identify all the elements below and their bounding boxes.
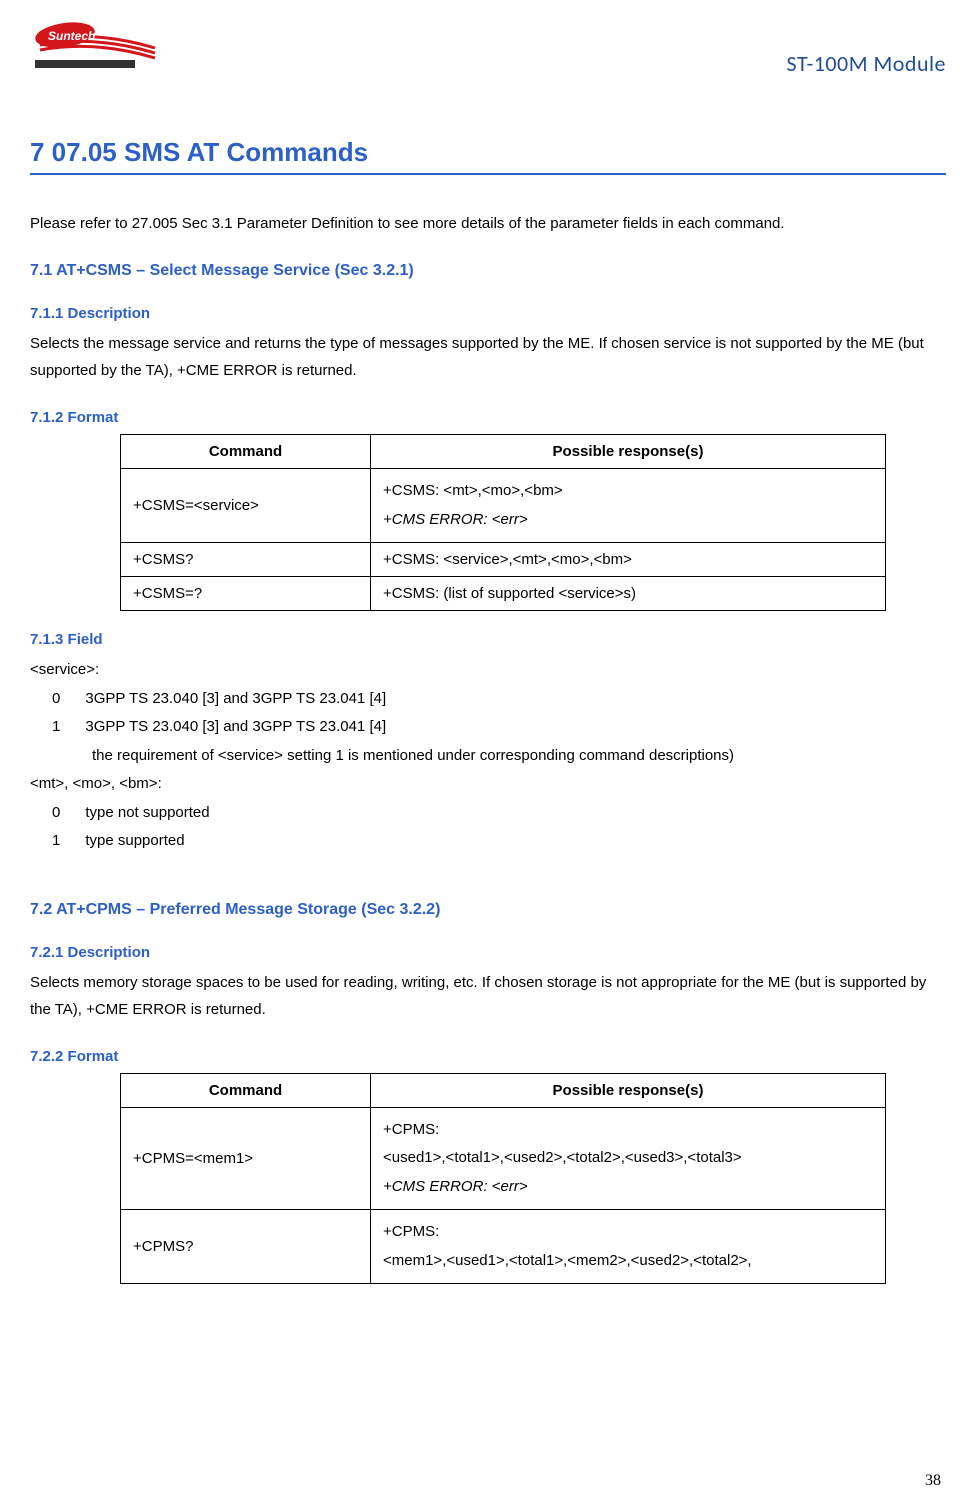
table-cell-cmd: +CSMS? — [121, 543, 371, 577]
section-7-2-1-title: 7.2.1 Description — [30, 944, 946, 961]
resp-line: +CSMS: <mt>,<mo>,<bm> — [383, 477, 873, 506]
section-7-1-3-title: 7.1.3 Field — [30, 631, 946, 648]
resp-line: +CPMS: — [383, 1218, 873, 1247]
page-header: Suntech ST-100M Module — [30, 20, 946, 77]
section-7-1-title: 7.1 AT+CSMS – Select Message Service (Se… — [30, 262, 946, 280]
table-header-command: Command — [121, 1073, 371, 1107]
table-header-row: Command Possible response(s) — [121, 435, 886, 469]
table-cell-resp: +CPMS: <mem1>,<used1>,<total1>,<mem2>,<u… — [371, 1210, 886, 1284]
resp-line: <mem1>,<used1>,<total1>,<mem2>,<used2>,<… — [383, 1247, 873, 1276]
field-line: 1 3GPP TS 23.040 [3] and 3GPP TS 23.041 … — [30, 713, 946, 742]
table-row: +CSMS=<service> +CSMS: <mt>,<mo>,<bm> +C… — [121, 469, 886, 543]
resp-line: +CMS ERROR: <err> — [383, 1173, 873, 1202]
field-service-label: <service>: — [30, 656, 946, 685]
table-cell-resp: +CSMS: <mt>,<mo>,<bm> +CMS ERROR: <err> — [371, 469, 886, 543]
field-line: 0 type not supported — [30, 799, 946, 828]
module-title: ST-100M Module — [787, 50, 946, 77]
table-header-row: Command Possible response(s) — [121, 1073, 886, 1107]
logo: Suntech — [30, 20, 160, 70]
intro-paragraph: Please refer to 27.005 Sec 3.1 Parameter… — [30, 210, 946, 237]
section-7-2-1-text: Selects memory storage spaces to be used… — [30, 969, 946, 1023]
table-cell-resp: +CPMS: <used1>,<total1>,<used2>,<total2>… — [371, 1107, 886, 1210]
main-section-title: 7 07.05 SMS AT Commands — [30, 137, 946, 168]
field-line: 0 3GPP TS 23.040 [3] and 3GPP TS 23.041 … — [30, 685, 946, 714]
table-row: +CSMS? +CSMS: <service>,<mt>,<mo>,<bm> — [121, 543, 886, 577]
svg-text:Suntech: Suntech — [48, 29, 95, 43]
page-number: 38 — [925, 1472, 941, 1490]
table-cell-cmd: +CSMS=<service> — [121, 469, 371, 543]
table-cell-resp: +CSMS: <service>,<mt>,<mo>,<bm> — [371, 543, 886, 577]
section-7-1-1-title: 7.1.1 Description — [30, 305, 946, 322]
resp-line: <used1>,<total1>,<used2>,<total2>,<used3… — [383, 1144, 873, 1173]
resp-line: +CPMS: — [383, 1116, 873, 1145]
table-header-command: Command — [121, 435, 371, 469]
field-line: 1 type supported — [30, 827, 946, 856]
suntech-logo-icon: Suntech — [30, 20, 160, 70]
table-cell-cmd: +CPMS? — [121, 1210, 371, 1284]
table-cell-resp: +CSMS: (list of supported <service>s) — [371, 577, 886, 611]
section-7-1-1-text: Selects the message service and returns … — [30, 330, 946, 384]
field-line: the requirement of <service> setting 1 i… — [30, 742, 946, 771]
field-mtmobm-label: <mt>, <mo>, <bm>: — [30, 770, 946, 799]
section-7-2-title: 7.2 AT+CPMS – Preferred Message Storage … — [30, 901, 946, 919]
table-cell-cmd: +CSMS=? — [121, 577, 371, 611]
csms-format-table: Command Possible response(s) +CSMS=<serv… — [120, 434, 886, 611]
section-7-1-2-title: 7.1.2 Format — [30, 409, 946, 426]
section-underline — [30, 173, 946, 175]
table-header-response: Possible response(s) — [371, 1073, 886, 1107]
cpms-format-table: Command Possible response(s) +CPMS=<mem1… — [120, 1073, 886, 1285]
table-row: +CPMS? +CPMS: <mem1>,<used1>,<total1>,<m… — [121, 1210, 886, 1284]
table-row: +CPMS=<mem1> +CPMS: <used1>,<total1>,<us… — [121, 1107, 886, 1210]
table-header-response: Possible response(s) — [371, 435, 886, 469]
table-row: +CSMS=? +CSMS: (list of supported <servi… — [121, 577, 886, 611]
resp-line: +CMS ERROR: <err> — [383, 506, 873, 535]
section-7-2-2-title: 7.2.2 Format — [30, 1048, 946, 1065]
table-cell-cmd: +CPMS=<mem1> — [121, 1107, 371, 1210]
